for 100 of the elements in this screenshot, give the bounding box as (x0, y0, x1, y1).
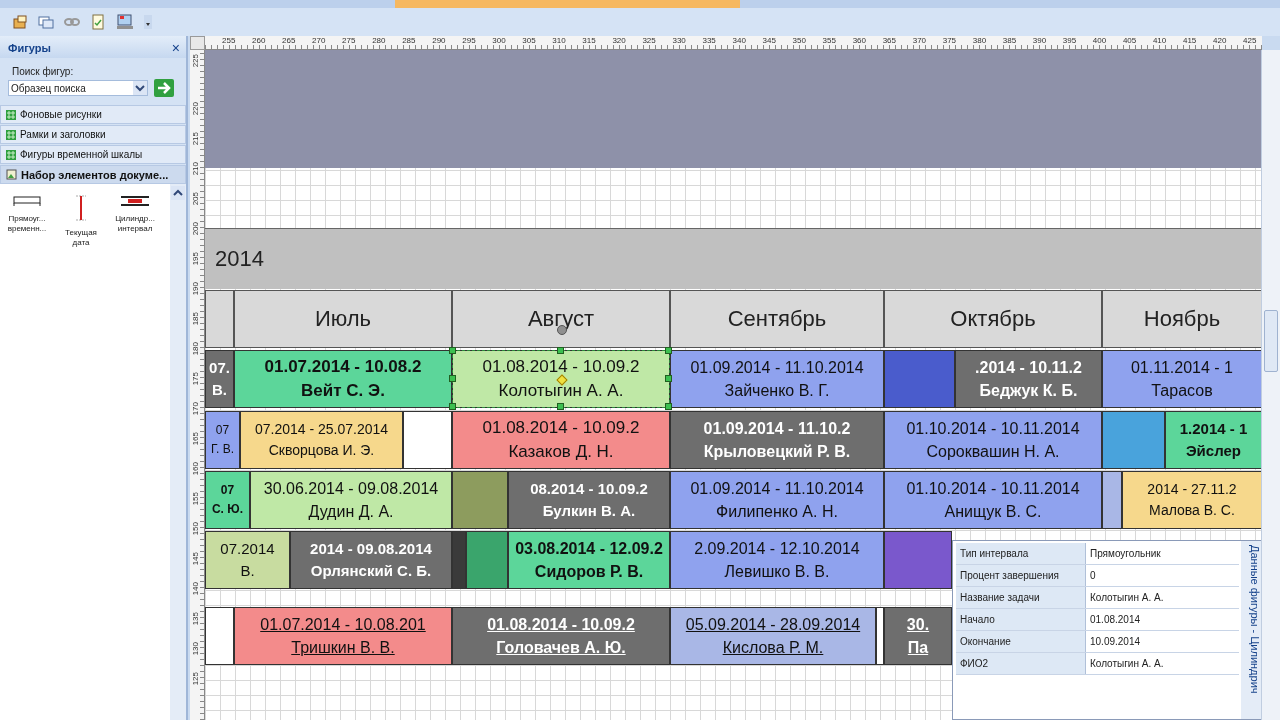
task-bar[interactable]: 01.07.2014 - 10.08.201 Тришкин В. В. (234, 607, 452, 665)
empty-header-cell (205, 290, 234, 348)
shape-label: Цилиндр... интервал (115, 214, 155, 235)
ruler-label: 390 (1032, 36, 1047, 45)
field-value[interactable]: 01.08.2014 (1086, 609, 1239, 630)
task-dates: 07.2014 - 25.07.2014 (254, 422, 389, 438)
field-label: Название задачи (956, 587, 1086, 608)
field-label: ФИО2 (956, 653, 1086, 674)
task-bar[interactable]: 2.09.2014 - 12.10.2014 Левишко В. В. (670, 531, 884, 589)
control-handle[interactable] (556, 374, 568, 386)
task-dates: 01.09.2014 - 11.10.2 (703, 419, 851, 438)
task-bar[interactable]: 01.09.2014 - 11.10.2014 Зайченко В. Г. (670, 350, 884, 408)
ruler-label: 280 (372, 36, 386, 45)
selection-handle[interactable] (557, 403, 564, 410)
field-label: Процент завершения (956, 565, 1086, 586)
dropdown-icon[interactable] (133, 81, 147, 95)
task-dates: 01.08.2014 - 10.09.2 (487, 615, 635, 634)
task-bar[interactable]: 01.10.2014 - 10.11.2014 Сороквашин Н. А. (884, 411, 1102, 469)
task-bar[interactable]: 07. В. (205, 350, 234, 408)
arrow-icon[interactable] (154, 79, 174, 97)
field-value[interactable]: Колотыгин А. А. (1086, 587, 1239, 608)
field-value[interactable]: Прямоугольник (1086, 543, 1239, 564)
field-value[interactable]: 0 (1086, 565, 1239, 586)
ruler-label: 145 (191, 552, 200, 566)
task-bar[interactable]: 30. Па (884, 607, 952, 665)
selection-handle[interactable] (449, 403, 456, 410)
selection-handle[interactable] (449, 375, 456, 382)
stencil-item[interactable]: Рамки и заголовки (0, 125, 186, 144)
task-bar[interactable]: .2014 - 10.11.2 Беджук К. Б. (955, 350, 1102, 408)
ruler-label: 265 (282, 36, 296, 45)
selection-handle[interactable] (665, 403, 672, 410)
close-button[interactable]: × (169, 40, 182, 56)
task-bar[interactable]: 01.09.2014 - 11.10.2 Крыловецкий Р. В. (670, 411, 884, 469)
task-name: В. (240, 562, 255, 579)
ruler-label: 200 (191, 222, 200, 236)
stencil-item[interactable]: Набор элементов докуме... (0, 165, 186, 184)
task-bar[interactable]: 07 С. Ю. (205, 471, 250, 529)
task-bar[interactable]: 07 Г. В. (205, 411, 240, 469)
task-dates: 30. (906, 615, 930, 634)
ruler-label: 160 (191, 462, 200, 476)
scroll-thumb[interactable] (1264, 310, 1278, 372)
task-bar[interactable]: 05.09.2014 - 28.09.2014 Кислова Р. М. (670, 607, 876, 665)
task-bar[interactable]: 07.2014 В. (205, 531, 290, 589)
selection-handle[interactable] (665, 375, 672, 382)
field-value[interactable]: 10.09.2014 (1086, 631, 1239, 652)
task-bar[interactable] (876, 607, 884, 665)
document-icon[interactable] (90, 14, 106, 30)
task-bar[interactable] (403, 411, 452, 469)
window-icon[interactable] (38, 14, 54, 30)
scrollbar[interactable] (1261, 50, 1280, 720)
field-label: Тип интервала (956, 543, 1086, 564)
task-dates: 1.2014 - 1 (1179, 421, 1248, 438)
ruler-label: 155 (191, 492, 200, 506)
task-bar[interactable]: 01.11.2014 - 1 Тарасов (1102, 350, 1261, 408)
task-bar[interactable]: 07.2014 - 25.07.2014 Скворцова И. Э. (240, 411, 403, 469)
caret-icon[interactable] (144, 15, 152, 29)
task-bar[interactable]: 01.08.2014 - 10.09.2 Казаков Д. Н. (452, 411, 670, 469)
field-value[interactable]: Колотыгин А. А. (1086, 653, 1239, 674)
stencil-item[interactable]: Фигуры временной шкалы (0, 145, 186, 164)
cylinder-shape-icon[interactable] (120, 194, 150, 208)
selection-handle[interactable] (557, 347, 564, 354)
task-bar[interactable]: 01.07.2014 - 10.08.2 Вейт С. Э. (234, 350, 452, 408)
task-bar[interactable] (205, 607, 234, 665)
ruler-label: 340 (732, 36, 746, 45)
task-bar[interactable]: 1.2014 - 1 Эйслер (1165, 411, 1261, 469)
month-header: Сентябрь (670, 290, 884, 348)
task-bar[interactable] (1102, 471, 1122, 529)
task-dates: 08.2014 - 10.09.2 (530, 481, 648, 498)
task-name: Вейт С. Э. (301, 381, 385, 401)
task-dates: 01.10.2014 - 10.11.2014 (906, 479, 1080, 498)
selection-handle[interactable] (665, 347, 672, 354)
task-bar[interactable]: 03.08.2014 - 12.09.2 Сидоров Р. В. (508, 531, 670, 589)
monitor-icon[interactable] (116, 14, 134, 30)
task-name: Колотыгин А. А. (498, 381, 624, 401)
shapes-icon[interactable] (12, 14, 28, 30)
ruler-label: 225 (191, 54, 200, 68)
task-bar[interactable]: 30.06.2014 - 09.08.2014 Дудин Д. А. (250, 471, 452, 529)
task-bar[interactable]: 2014 - 27.11.2 Малова В. С. (1122, 471, 1261, 529)
task-name: Казаков Д. Н. (508, 442, 614, 462)
task-dates: 01.11.2014 - 1 (1130, 358, 1233, 377)
task-bar[interactable]: 01.08.2014 - 10.09.2 Головачев А. Ю. (452, 607, 670, 665)
ruler-label: 180 (191, 342, 200, 356)
task-bar[interactable]: 2014 - 09.08.2014 Орлянский С. Б. (290, 531, 452, 589)
ruler-label: 300 (492, 36, 506, 45)
task-bar[interactable]: 01.10.2014 - 10.11.2014 Анищук В. С. (884, 471, 1102, 529)
selection-handle[interactable] (449, 347, 456, 354)
search-field[interactable]: Образец поиска (8, 80, 148, 96)
scrollbar[interactable] (170, 184, 186, 720)
scroll-up-icon[interactable] (171, 186, 185, 200)
ruler-label: 215 (191, 132, 200, 146)
rectangle-shape-icon[interactable] (13, 194, 41, 208)
task-dates: 07.2014 (220, 541, 275, 558)
task-dates: 2014 - 27.11.2 (1147, 482, 1237, 498)
task-bar[interactable]: 01.09.2014 - 11.10.2014 Филипенко А. Н. (670, 471, 884, 529)
task-dates: 01.08.2014 - 10.09.2 (482, 418, 640, 438)
task-bar[interactable]: 08.2014 - 10.09.2 Булкин В. А. (508, 471, 670, 529)
task-name: Дудин Д. А. (308, 502, 394, 521)
stencil-item[interactable]: Фоновые рисунки (0, 105, 186, 124)
task-name: Левишко В. В. (724, 562, 830, 581)
marker-shape-icon[interactable] (74, 194, 88, 222)
